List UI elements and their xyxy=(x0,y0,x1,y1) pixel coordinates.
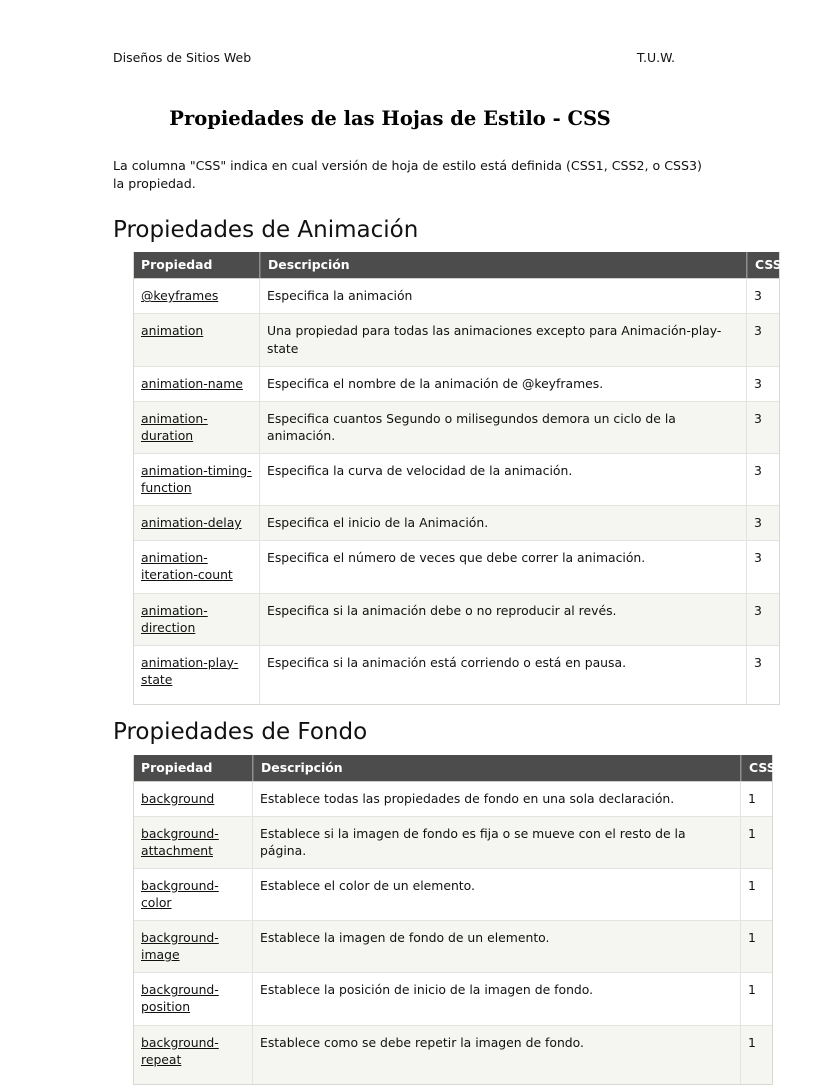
table-row: animation-direction Especifica si la ani… xyxy=(134,592,779,645)
property-link[interactable]: animation-timing-function xyxy=(141,463,252,495)
property-link[interactable]: animation-name xyxy=(141,376,243,391)
column-header-css: CSS xyxy=(741,754,776,781)
running-header-right: T.U.W. xyxy=(636,50,675,65)
cell-css: 1 xyxy=(741,1024,772,1084)
cell-property: @keyframes xyxy=(134,278,260,314)
column-header-css: CSS xyxy=(747,252,782,279)
table-row: animation-play-state Especifica si la an… xyxy=(134,644,779,704)
running-header-left: Diseños de Sitios Web xyxy=(113,50,252,65)
column-header-property: Propiedad xyxy=(134,252,260,279)
cell-description: Establece como se debe repetir la imagen… xyxy=(253,1024,741,1084)
cell-property: background-image xyxy=(134,920,253,973)
background-properties-table: Propiedad Descripción CSS background Est… xyxy=(133,754,776,1085)
cell-description: Establece la posición de inicio de la im… xyxy=(253,972,741,1025)
property-link[interactable]: background-image xyxy=(141,930,219,962)
cell-description: Especifica la animación xyxy=(260,278,747,314)
cell-property: animation-iteration-count xyxy=(134,540,260,593)
table-row: background-image Establece la imagen de … xyxy=(134,920,772,973)
table-header-row: Propiedad Descripción CSS xyxy=(134,252,782,279)
table-row: background-position Establece la posició… xyxy=(134,972,772,1025)
cell-css: 3 xyxy=(747,365,779,401)
cell-css: 1 xyxy=(741,972,772,1025)
cell-property: background-color xyxy=(134,867,253,921)
column-header-description: Descripción xyxy=(253,754,741,781)
cell-property: background-repeat xyxy=(134,1024,253,1084)
cell-description: Especifica cuantos Segundo o milisegundo… xyxy=(260,400,747,453)
table-header-row: Propiedad Descripción CSS xyxy=(134,754,776,781)
cell-css: 1 xyxy=(741,867,772,921)
cell-description: Especifica el número de veces que debe c… xyxy=(260,540,747,593)
property-link[interactable]: background-color xyxy=(141,878,219,910)
column-header-description: Descripción xyxy=(260,252,747,279)
cell-description: Especifica el inicio de la Animación. xyxy=(260,505,747,541)
property-link[interactable]: @keyframes xyxy=(141,288,218,303)
cell-css: 3 xyxy=(747,400,779,453)
animation-table-body: @keyframes Especifica la animación 3 ani… xyxy=(134,278,779,704)
cell-property: animation-play-state xyxy=(134,644,260,704)
property-link[interactable]: animation-direction xyxy=(141,603,208,635)
section-heading-background: Propiedades de Fondo xyxy=(113,718,368,745)
table-row: @keyframes Especifica la animación 3 xyxy=(134,278,779,314)
property-link[interactable]: background xyxy=(141,791,214,806)
cell-description: Establece la imagen de fondo de un eleme… xyxy=(253,920,741,973)
cell-property: animation-timing-function xyxy=(134,453,260,506)
running-header: Diseños de Sitios Web T.U.W. xyxy=(40,50,776,65)
cell-css: 1 xyxy=(741,815,772,868)
cell-description: Especifica el nombre de la animación de … xyxy=(260,365,747,401)
table-row: animation Una propiedad para todas las a… xyxy=(134,313,779,366)
table-row: animation-duration Especifica cuantos Se… xyxy=(134,400,779,453)
table-row: background Establece todas las propiedad… xyxy=(134,780,772,816)
column-header-property: Propiedad xyxy=(134,754,253,781)
cell-property: background xyxy=(134,780,253,816)
cell-description: Establece el color de un elemento. xyxy=(253,867,741,921)
cell-css: 3 xyxy=(747,505,779,541)
table-row: animation-name Especifica el nombre de l… xyxy=(134,365,779,401)
document-page: Diseños de Sitios Web T.U.W. Propiedades… xyxy=(0,0,816,1085)
property-link[interactable]: background-repeat xyxy=(141,1035,219,1067)
property-link[interactable]: animation-iteration-count xyxy=(141,550,233,582)
cell-property: background-attachment xyxy=(134,815,253,868)
cell-css: 3 xyxy=(747,540,779,593)
table-row: background-color Establece el color de u… xyxy=(134,867,772,921)
section-heading-animation: Propiedades de Animación xyxy=(113,216,419,243)
page-title: Propiedades de las Hojas de Estilo - CSS xyxy=(169,107,611,130)
property-link[interactable]: background-position xyxy=(141,982,219,1014)
cell-css: 3 xyxy=(747,644,779,704)
cell-css: 3 xyxy=(747,313,779,366)
cell-description: Establece todas las propiedades de fondo… xyxy=(253,780,741,816)
cell-description: Establece si la imagen de fondo es fija … xyxy=(253,815,741,868)
table-row: animation-timing-function Especifica la … xyxy=(134,453,779,506)
cell-property: animation-direction xyxy=(134,592,260,645)
cell-description: Especifica si la animación debe o no rep… xyxy=(260,592,747,645)
table-row: background-repeat Establece como se debe… xyxy=(134,1024,772,1084)
animation-properties-table: Propiedad Descripción CSS @keyframes Esp… xyxy=(133,252,782,705)
property-link[interactable]: animation-play-state xyxy=(141,655,238,687)
cell-description: Especifica si la animación está corriend… xyxy=(260,644,747,704)
cell-property: animation-delay xyxy=(134,505,260,541)
cell-description: Una propiedad para todas las animaciones… xyxy=(260,313,747,366)
cell-css: 3 xyxy=(747,592,779,645)
property-link[interactable]: animation-duration xyxy=(141,411,208,443)
cell-css: 1 xyxy=(741,780,772,816)
cell-property: animation xyxy=(134,313,260,366)
cell-description: Especifica la curva de velocidad de la a… xyxy=(260,453,747,506)
cell-property: background-position xyxy=(134,972,253,1025)
background-table-body: background Establece todas las propiedad… xyxy=(134,780,772,1084)
cell-css: 1 xyxy=(741,920,772,973)
cell-property: animation-duration xyxy=(134,400,260,453)
table-row: animation-delay Especifica el inicio de … xyxy=(134,505,779,541)
table-row: animation-iteration-count Especifica el … xyxy=(134,540,779,593)
table-row: background-attachment Establece si la im… xyxy=(134,815,772,868)
cell-css: 3 xyxy=(747,453,779,506)
property-link[interactable]: animation-delay xyxy=(141,515,242,530)
property-link[interactable]: animation xyxy=(141,323,203,338)
intro-paragraph: La columna "CSS" indica en cual versión … xyxy=(113,158,702,191)
cell-property: animation-name xyxy=(134,365,260,401)
property-link[interactable]: background-attachment xyxy=(141,826,219,858)
cell-css: 3 xyxy=(747,278,779,314)
